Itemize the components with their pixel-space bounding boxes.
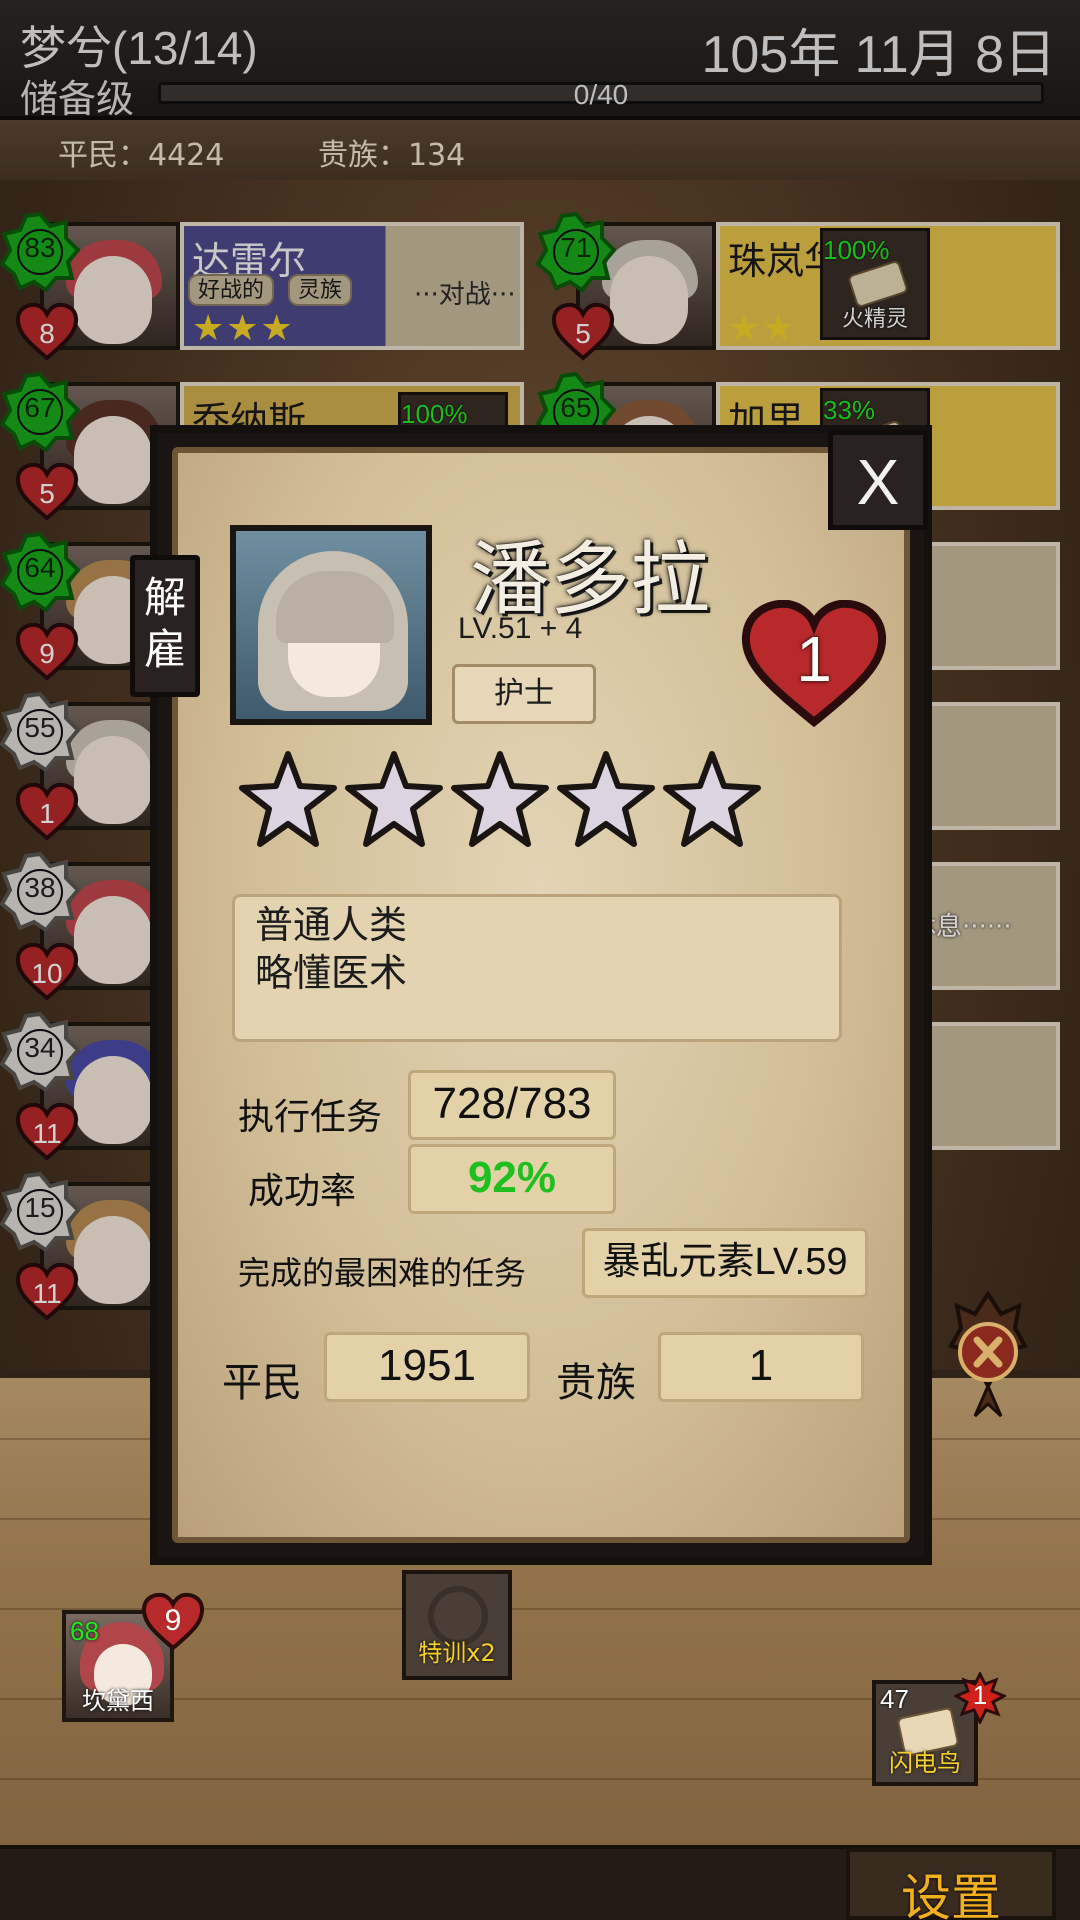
bench-hero-heart: 9	[140, 1592, 206, 1652]
star-icon	[663, 751, 761, 847]
hardest-task-value: 暴乱元素LV.59	[582, 1228, 868, 1298]
bench-hero-heart-value: 9	[164, 1604, 182, 1637]
adventure-emblem-icon[interactable]	[945, 1290, 1031, 1420]
description-line-1: 普通人类	[255, 903, 408, 947]
quest-label: 闪电鸟	[889, 1749, 961, 1777]
training-slot[interactable]: 特训x2	[402, 1570, 512, 1680]
hero-portrait	[230, 525, 432, 725]
description-line-2: 略懂医术	[255, 951, 408, 995]
hardest-task-label: 完成的最困难的任务	[238, 1254, 527, 1292]
civilian-label: 平民	[222, 1360, 302, 1406]
noble-label: 贵族	[556, 1360, 636, 1406]
star-icon	[557, 751, 655, 847]
close-icon: X	[856, 446, 900, 518]
fire-button-label: 解雇	[143, 573, 186, 674]
star-icon	[451, 751, 549, 847]
hero-heart-badge: 1	[740, 600, 888, 728]
bench-hero-name: 坎黛西	[82, 1687, 154, 1715]
close-button[interactable]: X	[828, 430, 928, 530]
training-label: 特训x2	[418, 1639, 496, 1667]
success-value: 92%	[408, 1144, 616, 1214]
star-icon	[239, 751, 337, 847]
hero-star-rating	[236, 748, 776, 858]
success-label: 成功率	[248, 1171, 357, 1212]
tasks-value: 728/783	[408, 1070, 616, 1140]
settings-button[interactable]: 设置	[846, 1848, 1056, 1920]
hero-class: 护士	[452, 664, 596, 724]
noble-value: 1	[658, 1332, 864, 1402]
quest-alert-badge: 1	[954, 1672, 1006, 1724]
quest-count: 47	[880, 1684, 909, 1714]
fire-button[interactable]: 解雇	[130, 555, 200, 697]
settings-label: 设置	[901, 1869, 1001, 1920]
civilian-value: 1951	[324, 1332, 530, 1402]
tasks-label: 执行任务	[238, 1097, 383, 1138]
hero-description: 普通人类 略懂医术	[232, 894, 842, 1042]
hero-level: LV.51 + 4	[458, 612, 583, 645]
star-icon	[345, 751, 443, 847]
bench-hero-level: 68	[70, 1616, 99, 1646]
quest-alert-count: 1	[972, 1680, 988, 1710]
hero-heart-value: 1	[796, 623, 832, 695]
